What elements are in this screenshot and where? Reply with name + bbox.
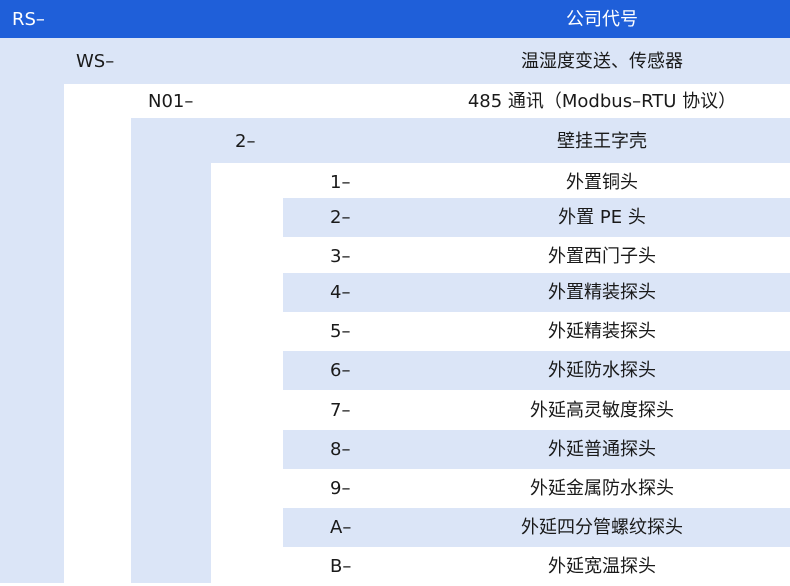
level-n01-code: N01–: [148, 91, 194, 112]
list-item: 9– 外延金属防水探头: [283, 469, 790, 508]
header-code: RS–: [12, 9, 45, 30]
item-code: 9–: [330, 478, 351, 499]
level-ws-desc: 温湿度变送、传感器: [521, 51, 683, 72]
header-title: 公司代号: [566, 9, 638, 30]
item-desc: 外置精装探头: [548, 282, 656, 303]
list-item: 6– 外延防水探头: [283, 351, 790, 390]
item-code: A–: [330, 517, 352, 538]
item-code: 7–: [330, 400, 351, 421]
list-item: A– 外延四分管螺纹探头: [283, 508, 790, 547]
item-code: 8–: [330, 439, 351, 460]
list-item: 5– 外延精装探头: [283, 312, 790, 351]
indent-stripe-level-4: [211, 163, 283, 583]
level-n01-desc: 485 通讯（Modbus–RTU 协议）: [467, 91, 737, 112]
level-shell-row: 2– 壁挂王字壳: [131, 118, 790, 163]
item-code: B–: [330, 556, 352, 577]
item-code: 1–: [330, 172, 351, 193]
item-desc: 外延高灵敏度探头: [530, 400, 674, 421]
list-item: 3– 外置西门子头: [283, 237, 790, 276]
list-item: 4– 外置精装探头: [283, 273, 790, 312]
list-item: 8– 外延普通探头: [283, 430, 790, 469]
list-item: B– 外延宽温探头: [283, 547, 790, 586]
list-item: 2– 外置 PE 头: [283, 198, 790, 237]
item-code: 3–: [330, 246, 351, 267]
level-ws-code: WS–: [76, 51, 115, 72]
item-desc: 外延四分管螺纹探头: [521, 517, 683, 538]
item-desc: 外置西门子头: [548, 246, 656, 267]
item-code: 5–: [330, 321, 351, 342]
item-desc: 外延普通探头: [548, 439, 656, 460]
indent-stripe-level-2: [64, 118, 131, 583]
level-shell-desc: 壁挂王字壳: [557, 131, 647, 152]
list-item: 7– 外延高灵敏度探头: [283, 391, 790, 430]
header-row: RS– 公司代号: [0, 0, 790, 38]
level-n01-row: N01– 485 通讯（Modbus–RTU 协议）: [64, 84, 790, 118]
item-desc: 外置铜头: [566, 172, 638, 193]
item-code: 4–: [330, 282, 351, 303]
item-desc: 外延精装探头: [548, 321, 656, 342]
indent-stripe-level-3: [131, 163, 211, 583]
item-desc: 外置 PE 头: [558, 207, 646, 228]
level-ws-row: WS– 温湿度变送、传感器: [0, 38, 790, 84]
item-desc: 外延金属防水探头: [530, 478, 674, 499]
item-code: 2–: [330, 207, 351, 228]
item-desc: 外延宽温探头: [548, 556, 656, 577]
item-code: 6–: [330, 360, 351, 381]
item-desc: 外延防水探头: [548, 360, 656, 381]
indent-stripe-level-1: [0, 84, 64, 583]
level-shell-code: 2–: [235, 131, 256, 152]
list-item: 1– 外置铜头: [283, 163, 790, 202]
